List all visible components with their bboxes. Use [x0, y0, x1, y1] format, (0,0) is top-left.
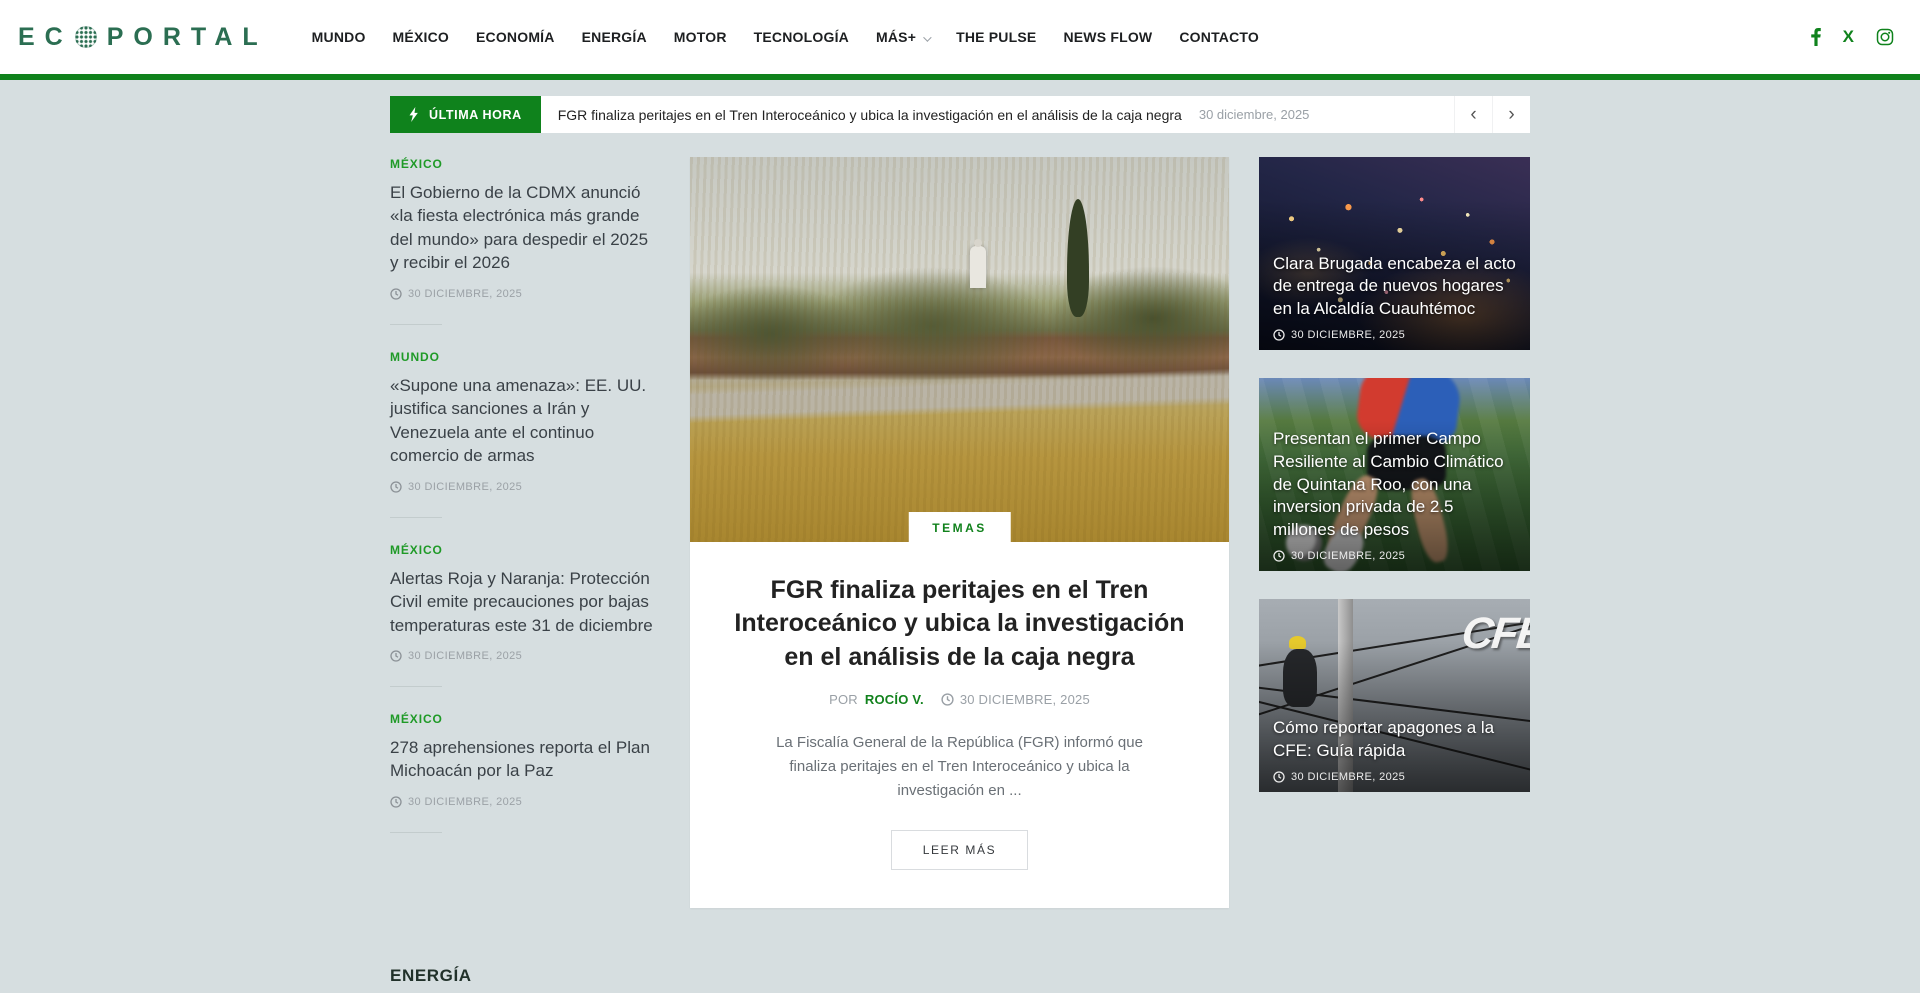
nav-item-tecnologia[interactable]: TECNOLOGÍA — [754, 29, 849, 45]
article-date: 30 DICIEMBRE, 2025 — [1273, 329, 1518, 341]
lightning-bolt-icon — [409, 107, 420, 122]
card-content: Cómo reportar apagones a la CFE: Guía rá… — [1273, 717, 1518, 783]
logo-text-suffix: PORTAL — [107, 23, 268, 52]
site-header: EC PORTAL MUNDO MÉXICO ECONOMÍA ENERGÍA M… — [0, 0, 1920, 80]
breaking-news-ticker: ÚLTIMA HORA FGR finaliza peritajes en el… — [390, 96, 1530, 133]
nav-item-contacto[interactable]: CONTACTO — [1179, 29, 1259, 45]
ticker-nav: ‹ › — [1454, 96, 1530, 133]
clock-icon — [1273, 771, 1285, 783]
date-text: 30 DICIEMBRE, 2025 — [1291, 329, 1405, 341]
date-text: 30 DICIEMBRE, 2025 — [1291, 771, 1405, 783]
article-date: 30 DICIEMBRE, 2025 — [1273, 771, 1518, 783]
nav-item-economia[interactable]: ECONOMÍA — [476, 29, 555, 45]
x-twitter-icon[interactable]: X — [1843, 27, 1854, 47]
category-label[interactable]: MUNDO — [390, 350, 660, 364]
nav-item-motor[interactable]: MOTOR — [674, 29, 727, 45]
article-date: 30 DICIEMBRE, 2025 — [1273, 550, 1518, 562]
date-text: 30 DICIEMBRE, 2025 — [408, 650, 522, 662]
featured-category-badge[interactable]: TEMAS — [908, 512, 1011, 542]
left-article-list: MÉXICO El Gobierno de la CDMX anunció «l… — [390, 157, 660, 908]
card-content: Presentan el primer Campo Resiliente al … — [1273, 428, 1518, 562]
nav-item-the-pulse[interactable]: THE PULSE — [956, 29, 1036, 45]
featured-article-body: FGR finaliza peritajes en el Tren Intero… — [690, 542, 1229, 908]
ticker-next-button[interactable]: › — [1492, 96, 1530, 133]
author-link[interactable]: ROCÍO V. — [865, 692, 924, 707]
article-date: 30 DICIEMBRE, 2025 — [390, 288, 660, 300]
byline-prefix: POR — [829, 692, 858, 707]
ticker-badge: ÚLTIMA HORA — [390, 96, 541, 133]
article-date: 30 DICIEMBRE, 2025 — [390, 650, 660, 662]
category-label[interactable]: MÉXICO — [390, 712, 660, 726]
category-label[interactable]: MÉXICO — [390, 157, 660, 171]
featured-excerpt: La Fiscalía General de la República (FGR… — [760, 731, 1159, 803]
ticker-badge-label: ÚLTIMA HORA — [429, 108, 522, 122]
list-item: MÉXICO El Gobierno de la CDMX anunció «l… — [390, 157, 660, 300]
ticker-bar: FGR finaliza peritajes en el Tren Intero… — [541, 96, 1530, 133]
side-card-soccer[interactable]: Presentan el primer Campo Resiliente al … — [1259, 378, 1530, 571]
main-content-grid: MÉXICO El Gobierno de la CDMX anunció «l… — [390, 157, 1530, 908]
nav-item-mas-dropdown[interactable]: MÁS+ — [876, 29, 929, 45]
article-title-link[interactable]: Clara Brugada encabeza el acto de entreg… — [1273, 253, 1518, 321]
cypress-tree-shape — [1067, 199, 1089, 317]
featured-date: 30 DICIEMBRE, 2025 — [941, 692, 1090, 707]
read-more-button[interactable]: LEER MÁS — [891, 830, 1029, 870]
article-date: 30 DICIEMBRE, 2025 — [390, 796, 660, 808]
featured-article-title[interactable]: FGR finaliza peritajes en el Tren Intero… — [734, 574, 1185, 674]
clock-icon — [1273, 329, 1285, 341]
nav-item-energia[interactable]: ENERGÍA — [582, 29, 647, 45]
article-title-link[interactable]: «Supone una amenaza»: EE. UU. justifica … — [390, 374, 660, 468]
article-title-link[interactable]: Presentan el primer Campo Resiliente al … — [1273, 428, 1518, 542]
featured-article-card: TEMAS FGR finaliza peritajes en el Tren … — [690, 157, 1229, 908]
date-text: 30 DICIEMBRE, 2025 — [408, 288, 522, 300]
energia-section: ENERGÍA — [390, 966, 1530, 993]
nav-item-news-flow[interactable]: NEWS FLOW — [1063, 29, 1152, 45]
right-card-list: Clara Brugada encabeza el acto de entreg… — [1259, 157, 1530, 908]
date-text: 30 DICIEMBRE, 2025 — [960, 692, 1090, 707]
side-card-city-night[interactable]: Clara Brugada encabeza el acto de entreg… — [1259, 157, 1530, 350]
ticker-date: 30 diciembre, 2025 — [1199, 107, 1310, 122]
list-item: MÉXICO 278 aprehensiones reporta el Plan… — [390, 712, 660, 808]
article-title-link[interactable]: El Gobierno de la CDMX anunció «la fiest… — [390, 181, 660, 275]
nav-item-mexico[interactable]: MÉXICO — [393, 29, 449, 45]
side-card-cfe[interactable]: CFE Cómo reportar apagones a la CFE: Guí… — [1259, 599, 1530, 792]
section-title: ENERGÍA — [390, 966, 1530, 986]
main-nav: MUNDO MÉXICO ECONOMÍA ENERGÍA MOTOR TECN… — [312, 29, 1259, 45]
list-item: MÉXICO Alertas Roja y Naranja: Protecció… — [390, 543, 660, 662]
divider — [390, 517, 442, 518]
facebook-icon[interactable] — [1811, 28, 1821, 46]
category-label[interactable]: MÉXICO — [390, 543, 660, 557]
clock-icon — [1273, 550, 1285, 562]
article-date: 30 DICIEMBRE, 2025 — [390, 481, 660, 493]
divider — [390, 832, 442, 833]
clock-icon — [390, 796, 402, 808]
clock-icon — [390, 288, 402, 300]
header-social-links: X — [1811, 27, 1894, 47]
divider — [390, 324, 442, 325]
site-logo[interactable]: EC PORTAL — [18, 23, 268, 52]
date-text: 30 DICIEMBRE, 2025 — [408, 796, 522, 808]
article-title-link[interactable]: Alertas Roja y Naranja: Protección Civil… — [390, 567, 660, 637]
featured-byline: POR ROCÍO V. 30 DICIEMBRE, 2025 — [734, 692, 1185, 707]
ticker-prev-button[interactable]: ‹ — [1454, 96, 1492, 133]
ticker-headline-link[interactable]: FGR finaliza peritajes en el Tren Intero… — [558, 107, 1182, 123]
clock-icon — [941, 693, 954, 706]
instagram-icon[interactable] — [1876, 28, 1894, 46]
divider — [390, 686, 442, 687]
globe-icon — [75, 26, 97, 48]
nav-item-mas-label: MÁS+ — [876, 29, 916, 45]
clock-icon — [390, 650, 402, 662]
featured-article-image[interactable]: TEMAS — [690, 157, 1229, 542]
date-text: 30 DICIEMBRE, 2025 — [1291, 550, 1405, 562]
date-text: 30 DICIEMBRE, 2025 — [408, 481, 522, 493]
clock-icon — [390, 481, 402, 493]
list-item: MUNDO «Supone una amenaza»: EE. UU. just… — [390, 350, 660, 493]
chevron-down-icon — [923, 33, 931, 41]
card-content: Clara Brugada encabeza el acto de entreg… — [1273, 253, 1518, 341]
logo-text-prefix: EC — [18, 23, 73, 52]
nav-item-mundo[interactable]: MUNDO — [312, 29, 366, 45]
church-tower-shape — [970, 246, 986, 288]
article-title-link[interactable]: 278 aprehensiones reporta el Plan Michoa… — [390, 736, 660, 783]
article-title-link[interactable]: Cómo reportar apagones a la CFE: Guía rá… — [1273, 717, 1518, 763]
